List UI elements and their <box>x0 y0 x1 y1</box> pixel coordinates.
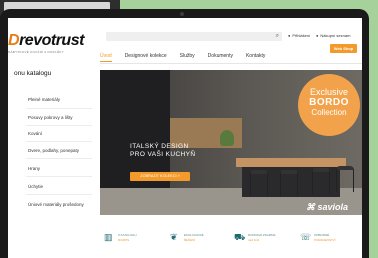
saviola-logo: ⌘ saviola <box>306 202 349 212</box>
catalog-divider <box>26 108 92 109</box>
nav-item-sluzby[interactable]: Služby <box>180 52 195 62</box>
catalog-item[interactable]: Posuvy pokrovy a lišty <box>28 115 73 120</box>
hero-image-stool <box>312 168 330 194</box>
nav-item-designove-kolekce[interactable]: Designové kolekce <box>125 52 167 62</box>
nav-item-kontakty[interactable]: Kontakty <box>246 52 265 62</box>
hero-image-stool <box>336 166 354 192</box>
user-icon: ● <box>288 33 291 38</box>
catalog-item[interactable]: Pleiné materiály <box>28 97 60 102</box>
hero-headline: ITALSKÝ DESIGN PRO VAŠI KUCHYŇ <box>130 143 196 158</box>
nav-item-uvod[interactable]: Úvod <box>100 52 112 62</box>
catalog-divider <box>26 176 92 177</box>
hero-image-island-top <box>236 158 346 167</box>
login-link[interactable]: ● Přihlášení <box>288 33 310 38</box>
web-shop-button[interactable]: Web Shop <box>330 44 357 53</box>
catalog-item[interactable]: Dvere, podlahy, ponepaty <box>28 148 79 153</box>
leaf-icon: ❦ <box>170 232 178 242</box>
catalog-divider <box>26 141 92 142</box>
camera-icon <box>180 12 184 16</box>
nav-divider <box>100 63 362 64</box>
book-icon: ▥ <box>104 232 113 242</box>
main-nav: Úvod Designové kolekce Služby Dokumenty … <box>100 52 278 62</box>
search-input[interactable]: ⌕ <box>106 32 282 41</box>
exclusive-collection-badge: Exclusive BORDO Collection <box>298 74 360 136</box>
list-icon: ● <box>316 33 319 38</box>
chat-icon: ☏ <box>300 232 312 242</box>
catalog-divider <box>26 158 92 159</box>
nav-item-dokumenty[interactable]: Dokumenty <box>208 52 233 62</box>
catalog-item[interactable]: Kování <box>28 131 42 136</box>
hero-image-stool <box>250 170 268 196</box>
hero-banner[interactable]: ITALSKÝ DESIGN PRO VAŠI KUCHYŇ ZOBRAZIT … <box>100 70 362 215</box>
catalog-title: onu katalogu <box>14 70 52 77</box>
catalog-item[interactable]: Hrany <box>28 166 40 171</box>
site-logo[interactable]: Drevotrust <box>8 32 84 50</box>
hero-image-plant <box>220 130 234 146</box>
catalog-divider <box>26 194 92 195</box>
catalog-item[interactable]: Úniové materiály prošedony <box>28 202 84 207</box>
hero-image-stool <box>280 170 298 196</box>
website-screen: Drevotrust NÁBYTKOVÉ KOVÁNÍ A DOPLŇKY ⌕ … <box>8 18 362 258</box>
truck-icon: ⛟ <box>234 232 246 242</box>
site-tagline: NÁBYTKOVÉ KOVÁNÍ A DOPLŇKY <box>8 50 64 54</box>
shopping-list-link[interactable]: ● Nákupní seznam <box>316 33 350 38</box>
catalog-item[interactable]: Úchytie <box>28 184 43 189</box>
catalog-divider <box>26 125 92 126</box>
search-icon[interactable]: ⌕ <box>276 33 279 40</box>
show-collection-button[interactable]: ZOBRAZIT KOLEKCI » <box>130 172 190 181</box>
